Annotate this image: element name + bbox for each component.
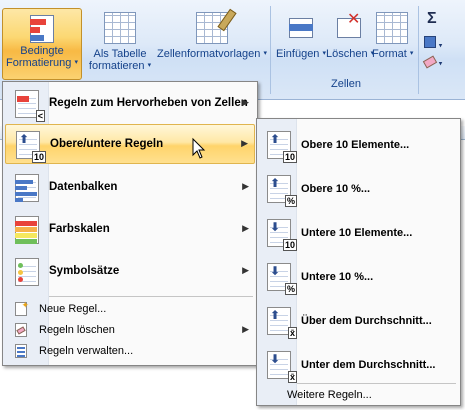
delete-button[interactable]: ✕ Löschen ▾ bbox=[326, 12, 375, 61]
submenu-item-below-average[interactable]: ⬇ x̄ Unter dem Durchschnitt... bbox=[259, 343, 458, 387]
ribbon-separator bbox=[418, 6, 419, 94]
submenu-separator bbox=[297, 383, 456, 384]
conditional-formatting-label-1: Bedingte bbox=[20, 45, 64, 57]
submenu-arrow-icon: ▶ bbox=[241, 138, 248, 148]
submenu-item-top-10-items[interactable]: ⬆ 10 Obere 10 Elemente... bbox=[259, 123, 458, 167]
menu-item-label: Regeln löschen bbox=[39, 324, 115, 336]
format-label: Format ▾ bbox=[372, 48, 414, 60]
submenu-arrow-icon: ▶ bbox=[242, 324, 249, 334]
submenu-arrow-icon: ▶ bbox=[242, 223, 249, 233]
format-as-table-label-2: formatieren ▾ bbox=[88, 60, 152, 72]
fill-icon bbox=[424, 36, 436, 48]
conditional-formatting-icon bbox=[26, 13, 58, 45]
cell-styles-label: Zellenformatvorlagen ▾ bbox=[157, 48, 267, 60]
icon-sets-icon bbox=[11, 256, 43, 288]
data-bars-icon bbox=[11, 172, 43, 204]
table-format-icon bbox=[104, 12, 136, 44]
menu-item-new-rule[interactable]: ✦ Neue Regel... bbox=[5, 299, 255, 319]
autosum-icon[interactable]: Σ bbox=[427, 10, 437, 28]
menu-item-label: Regeln zum Hervorheben von Zellen bbox=[49, 97, 248, 109]
top-10-percent-icon: ⬆ % bbox=[263, 173, 297, 207]
conditional-formatting-button[interactable]: Bedingte Formatierung ▾ bbox=[2, 8, 82, 80]
above-average-icon: ⬆ x̄ bbox=[263, 305, 297, 339]
submenu-arrow-icon: ▶ bbox=[242, 181, 249, 191]
submenu-item-bottom-10-percent[interactable]: ⬇ % Untere 10 %... bbox=[259, 255, 458, 299]
insert-label: Einfügen ▾ bbox=[276, 48, 327, 60]
top-bottom-rules-submenu: ⬆ 10 Obere 10 Elemente... ⬆ % Obere 10 %… bbox=[256, 118, 461, 406]
submenu-item-label: Obere 10 Elemente... bbox=[301, 139, 410, 151]
cell-styles-button[interactable]: Zellenformatvorlagen ▾ bbox=[156, 8, 268, 60]
top-bottom-rules-icon: ⬆ 10 bbox=[12, 129, 46, 163]
submenu-item-more-rules[interactable]: Weitere Regeln... bbox=[259, 385, 458, 405]
conditional-formatting-menu: < Regeln zum Hervorheben von Zellen ▶ ⬆ … bbox=[2, 81, 258, 366]
submenu-item-label: Untere 10 %... bbox=[301, 271, 374, 283]
menu-item-data-bars[interactable]: Datenbalken ▶ bbox=[5, 168, 255, 208]
submenu-item-bottom-10-items[interactable]: ⬇ 10 Untere 10 Elemente... bbox=[259, 211, 458, 255]
mouse-cursor-icon bbox=[192, 137, 206, 159]
submenu-item-above-average[interactable]: ⬆ x̄ Über dem Durchschnitt... bbox=[259, 299, 458, 343]
top-10-items-icon: ⬆ 10 bbox=[263, 129, 297, 163]
submenu-arrow-icon: ▶ bbox=[242, 265, 249, 275]
menu-item-clear-rules[interactable]: Regeln löschen ▶ bbox=[5, 320, 255, 340]
submenu-arrow-icon: ▶ bbox=[242, 97, 249, 107]
fill-button[interactable]: ▾ bbox=[424, 36, 452, 54]
menu-separator bbox=[49, 296, 253, 297]
clear-rules-icon bbox=[13, 322, 29, 338]
cell-styles-icon bbox=[196, 8, 237, 44]
menu-item-label: Regeln verwalten... bbox=[39, 345, 134, 357]
submenu-item-label: Untere 10 Elemente... bbox=[301, 227, 413, 239]
menu-item-label: Obere/untere Regeln bbox=[50, 138, 164, 150]
menu-item-icon-sets[interactable]: Symbolsätze ▶ bbox=[5, 252, 255, 292]
below-average-icon: ⬇ x̄ bbox=[263, 349, 297, 383]
menu-item-label: Farbskalen bbox=[49, 223, 110, 235]
format-cells-icon bbox=[376, 12, 408, 44]
manage-rules-icon bbox=[13, 343, 29, 359]
submenu-item-label: Unter dem Durchschnitt... bbox=[301, 359, 436, 371]
menu-item-label: Symbolsätze bbox=[49, 265, 120, 277]
submenu-item-top-10-percent[interactable]: ⬆ % Obere 10 %... bbox=[259, 167, 458, 211]
format-button[interactable]: Format ▾ bbox=[372, 12, 414, 60]
submenu-item-label: Obere 10 %... bbox=[301, 183, 371, 195]
ribbon-separator bbox=[270, 6, 271, 94]
new-rule-icon: ✦ bbox=[13, 300, 29, 317]
submenu-item-label: Weitere Regeln... bbox=[287, 389, 372, 401]
delete-label: Löschen ▾ bbox=[326, 48, 375, 60]
menu-item-highlight-rules[interactable]: < Regeln zum Hervorheben von Zellen ▶ bbox=[5, 84, 255, 124]
insert-cells-icon bbox=[285, 12, 317, 44]
menu-item-label: Neue Regel... bbox=[39, 303, 107, 315]
menu-item-manage-rules[interactable]: Regeln verwalten... bbox=[5, 341, 255, 361]
format-as-table-label-1: Als Tabelle bbox=[93, 48, 147, 60]
bottom-10-items-icon: ⬇ 10 bbox=[263, 217, 297, 251]
menu-item-label: Datenbalken bbox=[49, 181, 118, 193]
format-as-table-button[interactable]: Als Tabelle formatieren ▾ bbox=[86, 12, 154, 72]
eraser-icon bbox=[422, 55, 438, 69]
menu-item-color-scales[interactable]: Farbskalen ▶ bbox=[5, 210, 255, 250]
highlight-rules-icon: < bbox=[11, 88, 45, 122]
clear-button[interactable]: ▾ bbox=[422, 55, 452, 76]
cells-group-label: Zellen bbox=[331, 78, 361, 90]
submenu-item-label: Über dem Durchschnitt... bbox=[301, 315, 432, 327]
bottom-10-percent-icon: ⬇ % bbox=[263, 261, 297, 295]
menu-item-top-bottom-rules[interactable]: ⬆ 10 Obere/untere Regeln ▶ bbox=[5, 124, 255, 164]
color-scales-icon bbox=[11, 214, 43, 246]
delete-cells-icon: ✕ bbox=[333, 12, 365, 44]
insert-button[interactable]: Einfügen ▾ bbox=[276, 12, 326, 60]
conditional-formatting-label-2: Formatierung ▾ bbox=[6, 57, 78, 69]
